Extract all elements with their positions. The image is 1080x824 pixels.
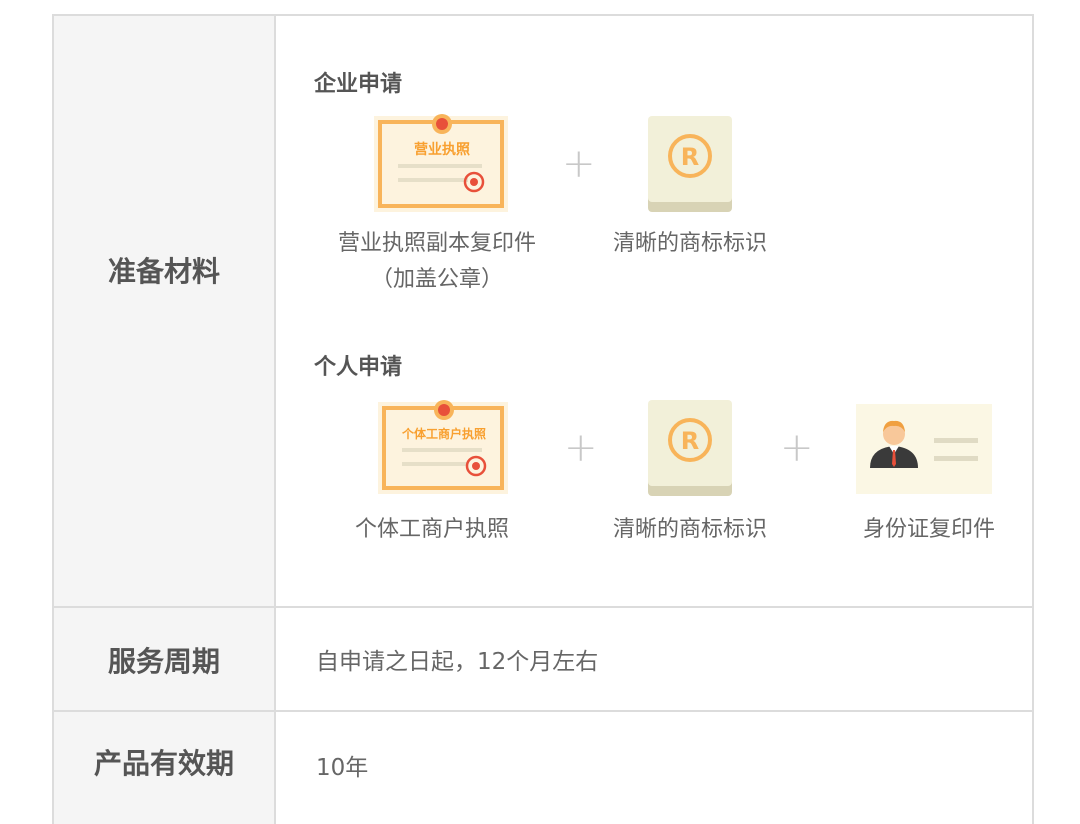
service-info-table: 准备材料 服务周期 产品有效期 企业申请 营业执照 + R 营业执照副本复印件 … — [52, 14, 1034, 824]
validity-row-label: 产品有效期 — [93, 747, 234, 780]
trademark-icon: R — [648, 400, 732, 496]
materials-row-label: 准备材料 — [107, 255, 220, 288]
row-divider — [54, 710, 1032, 712]
label-column — [54, 16, 276, 824]
plus-icon: + — [562, 141, 596, 187]
business-license-icon: 营业执照 — [374, 114, 508, 212]
business-license-caption: 营业执照副本复印件 （加盖公章） — [312, 226, 562, 298]
company-application-title: 企业申请 — [314, 72, 403, 97]
license-icon-text: 营业执照 — [414, 141, 470, 158]
trademark-icon: R — [648, 116, 732, 212]
individual-license-caption: 个体工商户执照 — [354, 517, 509, 542]
period-row-label: 服务周期 — [107, 645, 220, 678]
trademark-caption: 清晰的商标标识 — [612, 517, 767, 542]
service-period-value: 自申请之日起，12个月左右 — [316, 649, 599, 675]
id-copy-caption: 身份证复印件 — [862, 517, 995, 542]
id-card-icon — [856, 404, 992, 494]
individual-business-license-icon: 个体工商户执照 — [378, 400, 508, 494]
caption-line: 营业执照副本复印件 — [337, 231, 536, 256]
row-divider — [54, 606, 1032, 608]
trademark-symbol: R — [681, 427, 699, 455]
individual-license-icon-text: 个体工商户执照 — [401, 426, 486, 441]
trademark-caption: 清晰的商标标识 — [612, 231, 767, 256]
personal-application-title: 个人申请 — [314, 355, 403, 380]
plus-icon: + — [564, 425, 598, 471]
validity-value: 10年 — [316, 755, 369, 781]
caption-line: （加盖公章） — [370, 267, 503, 292]
trademark-symbol: R — [681, 143, 699, 171]
plus-icon: + — [780, 425, 814, 471]
